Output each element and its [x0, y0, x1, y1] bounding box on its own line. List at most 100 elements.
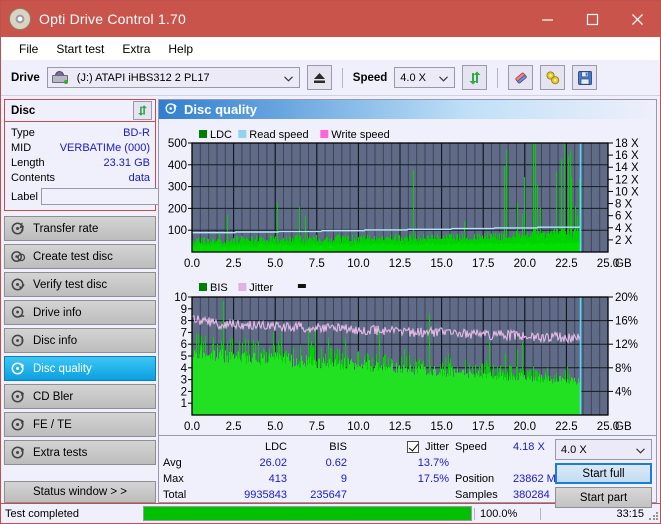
- svg-text:4: 4: [181, 363, 188, 375]
- title-bar: Opti Drive Control 1.70: [1, 1, 660, 37]
- svg-text:2.5: 2.5: [226, 421, 242, 433]
- resize-grip-icon[interactable]: [648, 511, 658, 521]
- bis-jitter-chart-svg[interactable]: BIS Jitter 12345678910 4% 8% 12% 16% 20% 0.0 2.5 5…: [159, 275, 653, 438]
- svg-text:500: 500: [168, 138, 187, 150]
- disc-refresh-button[interactable]: [133, 101, 152, 120]
- drive-label: Drive: [11, 71, 40, 84]
- sidebar-item-disc-quality[interactable]: Disc quality: [4, 356, 156, 381]
- svg-text:7.5: 7.5: [309, 421, 325, 433]
- sidebar-item-label: Verify test disc: [33, 278, 108, 291]
- stats-ldc-max: 413: [268, 473, 287, 485]
- close-icon[interactable]: [615, 1, 660, 37]
- svg-text:LDC: LDC: [210, 129, 232, 141]
- sidebar-item-cd-bler[interactable]: CD Bler: [4, 384, 156, 409]
- status-window-button[interactable]: Status window > >: [4, 481, 156, 503]
- stats-col-ldc: LDC 26.02 413 9935843: [209, 439, 287, 501]
- disc-row-contents-key: Contents: [11, 171, 56, 184]
- stats-rowlabels: Avg Max Total: [163, 439, 209, 501]
- chevron-down-icon: [283, 68, 293, 89]
- jitter-checkbox[interactable]: [407, 441, 420, 453]
- disc-quality-icon: [165, 102, 178, 118]
- svg-text:6: 6: [181, 339, 187, 351]
- progress-bar: [143, 506, 472, 521]
- sidebar-item-label: Create test disc: [33, 250, 113, 263]
- menu-item-help[interactable]: Help: [159, 40, 202, 58]
- stats-spacer: [455, 455, 513, 471]
- svg-text:8%: 8%: [615, 363, 632, 375]
- sidebar-item-extra-tests[interactable]: Extra tests: [4, 440, 156, 465]
- disc-row-length: Length 23.31 GB: [11, 155, 150, 170]
- svg-text:7.5: 7.5: [309, 258, 325, 270]
- svg-text:400: 400: [168, 160, 187, 172]
- test-speed-select[interactable]: 4.0 X: [555, 439, 652, 460]
- svg-text:20.0: 20.0: [514, 258, 536, 270]
- disc-label-row: Label: [11, 187, 211, 206]
- refresh-button[interactable]: [462, 65, 488, 90]
- disc-info-panel: Disc Type BD-R MID VERBATIMe (000) Lengt…: [4, 99, 211, 211]
- svg-text:15.0: 15.0: [430, 421, 452, 433]
- sidebar-item-label: FE / TE: [33, 418, 72, 431]
- test-speed-value: 4.0 X: [561, 443, 587, 456]
- disc-row-type-value: BD-R: [123, 126, 150, 139]
- disc-row-length-value: 23.31 GB: [103, 156, 150, 169]
- sidebar-item-verify-test-disc[interactable]: Verify test disc: [4, 272, 156, 297]
- tools-button[interactable]: [540, 65, 566, 90]
- ldc-chart-svg[interactable]: LDC Read speed Write speed 100 200 300 400 500 2…: [159, 119, 653, 272]
- stats-actions: 4.0 X Start full Start part: [555, 439, 652, 508]
- svg-text:20.0: 20.0: [514, 421, 536, 433]
- menu-item-start-test[interactable]: Start test: [47, 40, 113, 58]
- disc-row-contents: Contents data: [11, 170, 150, 185]
- svg-text:GB: GB: [615, 421, 632, 433]
- menu-item-extra[interactable]: Extra: [113, 40, 159, 58]
- sidebar-item-disc-info[interactable]: Disc info: [4, 328, 156, 353]
- svg-text:0.0: 0.0: [184, 258, 200, 270]
- svg-text:22.5: 22.5: [555, 258, 577, 270]
- window-controls: [525, 1, 660, 37]
- svg-text:8: 8: [181, 316, 187, 328]
- eject-button[interactable]: [306, 65, 332, 90]
- disc-label-key: Label: [11, 190, 38, 203]
- svg-text:5.0: 5.0: [267, 421, 283, 433]
- start-full-button[interactable]: Start full: [555, 463, 652, 484]
- svg-text:10.0: 10.0: [347, 421, 369, 433]
- stats-ldc-total: 9935843: [244, 489, 287, 501]
- svg-text:GB: GB: [615, 258, 632, 270]
- minimize-icon[interactable]: [525, 1, 570, 37]
- sidebar-item-fe-te[interactable]: FE / TE: [4, 412, 156, 437]
- svg-text:2 X: 2 X: [615, 235, 633, 247]
- maximize-icon[interactable]: [570, 1, 615, 37]
- disc-row-mid-key: MID: [11, 141, 32, 154]
- svg-text:14 X: 14 X: [615, 162, 639, 174]
- application-window: Opti Drive Control 1.70 File Start test …: [0, 0, 661, 524]
- erase-button[interactable]: [508, 65, 534, 90]
- svg-text:12%: 12%: [615, 339, 638, 351]
- sidebar-item-drive-info[interactable]: Drive info: [4, 300, 156, 325]
- drive-select[interactable]: (J:) ATAPI iHBS312 2 PL17: [46, 67, 300, 89]
- disc-row-mid: MID VERBATIMe (000): [11, 140, 150, 155]
- bis-jitter-chart: BIS Jitter 1 2 3 4 5 6 7 8 9 10 4% 8% 12% 16% 20% 0.0 2.5 5…: [159, 275, 656, 441]
- panel-title: Disc quality: [184, 102, 257, 117]
- disc-row-contents-value: data: [128, 171, 150, 184]
- main-area: Disc Type BD-R MID VERBATIMe (000) Lengt…: [1, 96, 660, 508]
- svg-text:4%: 4%: [615, 386, 632, 398]
- svg-text:16 X: 16 X: [615, 150, 639, 162]
- svg-text:16%: 16%: [615, 316, 638, 328]
- menu-item-file[interactable]: File: [10, 40, 47, 58]
- stats-bis-total: 235647: [310, 489, 347, 501]
- disc-extra-icon: [11, 445, 26, 460]
- stats-ldc-avg: 26.02: [259, 457, 287, 469]
- sidebar-item-create-test-disc[interactable]: Create test disc: [4, 244, 156, 269]
- disc-row-type-key: Type: [11, 126, 35, 139]
- svg-text:9: 9: [181, 304, 187, 316]
- stats-jitter-max: 17.5%: [417, 473, 449, 485]
- chevron-down-icon: [439, 68, 449, 89]
- speed-select[interactable]: 4.0 X: [394, 67, 456, 89]
- stats-col-jitter: Jitter 13.7% 17.5%: [347, 439, 449, 498]
- sidebar-item-label: Disc info: [33, 334, 78, 347]
- start-part-button[interactable]: Start part: [555, 487, 652, 508]
- save-button[interactable]: [572, 65, 598, 90]
- stats-header-ldc: LDC: [264, 441, 287, 453]
- elapsed-time: 33:15: [540, 507, 660, 520]
- stats-col-bis: BIS 0.62 9 235647: [287, 439, 347, 501]
- sidebar-item-transfer-rate[interactable]: Transfer rate: [4, 216, 156, 241]
